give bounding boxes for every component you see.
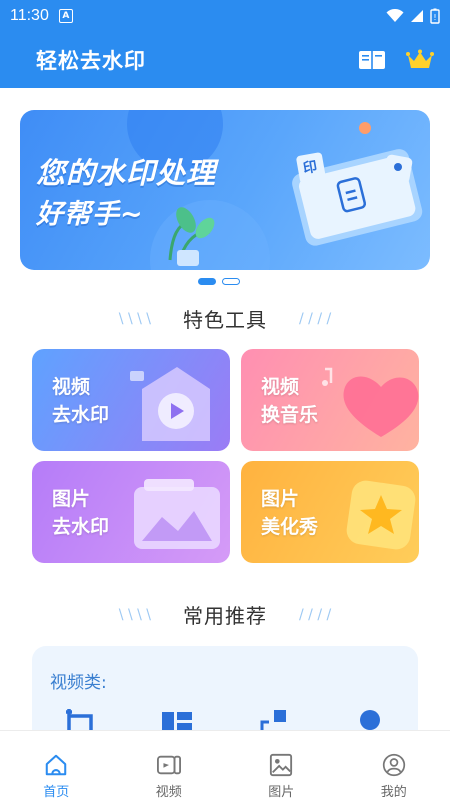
tool-card-label: 图片 去水印 (52, 485, 122, 541)
tool-card-image-beautify[interactable]: 图片 美化秀 (241, 461, 419, 563)
tool-label-line1: 图片 (52, 488, 91, 510)
app-header: 轻松去水印 (0, 32, 450, 88)
section-deco-right: / / / / (299, 310, 332, 327)
tool-card-label: 图片 美化秀 (261, 485, 331, 541)
battery-icon: ! (430, 8, 440, 24)
status-a-icon: A (58, 9, 73, 23)
bottom-nav: 首页 视频 图片 我的 (0, 730, 450, 800)
nav-label: 我的 (380, 785, 407, 800)
nav-label: 首页 (43, 785, 70, 800)
tool-label-line2: 换音乐 (261, 404, 319, 426)
tool-label-line2: 美化秀 (261, 516, 319, 538)
nav-profile[interactable]: 我的 (338, 731, 450, 800)
crop-icon[interactable] (63, 708, 97, 732)
video-icon (156, 755, 181, 775)
section-deco-left: \ \ \ \ (118, 310, 151, 327)
nav-label: 图片 (268, 785, 295, 800)
banner-headline: 您的水印处理 (36, 156, 217, 190)
record-icon[interactable] (353, 708, 387, 732)
status-time: 11:30 (10, 7, 49, 24)
tool-label-line2: 去水印 (52, 516, 110, 538)
nav-video[interactable]: 视频 (113, 731, 226, 800)
tool-card-label: 视频 去水印 (52, 373, 122, 429)
recommend-icons (32, 708, 418, 732)
banner-subline: 好帮手~ (36, 199, 144, 230)
tool-card-label: 视频 换音乐 (261, 373, 331, 429)
rotate-icon[interactable] (256, 708, 290, 732)
tool-label-line1: 图片 (261, 488, 300, 510)
promo-banner[interactable]: 印 您的水印处理 好帮手~ (20, 110, 430, 270)
pagination-dot[interactable] (222, 278, 240, 285)
home-icon (46, 754, 67, 776)
status-bar: 11:30 A ! (0, 0, 450, 32)
tool-label-line1: 视频 (52, 376, 91, 398)
layout-icon[interactable] (160, 708, 194, 732)
nav-image[interactable]: 图片 (225, 731, 338, 800)
crown-icon[interactable] (406, 49, 434, 71)
status-right: ! (386, 8, 440, 24)
tool-card-video-music[interactable]: 视频 换音乐 (241, 349, 419, 451)
section-deco-right: / / / / (299, 606, 332, 623)
nav-label: 视频 (155, 785, 182, 800)
recommend-title: 常用推荐 (183, 604, 267, 628)
section-deco-left: \ \ \ \ (118, 606, 151, 623)
wifi-icon (386, 9, 404, 22)
featured-title: 特色工具 (183, 308, 267, 332)
tool-card-image-watermark[interactable]: 图片 去水印 (32, 461, 230, 563)
featured-section-header: \ \ \ \ 特色工具 / / / / (0, 304, 450, 333)
pagination-dot-active[interactable] (198, 278, 216, 285)
signal-icon (411, 10, 423, 22)
image-icon (270, 753, 293, 777)
nav-home[interactable]: 首页 (0, 731, 113, 800)
recommend-section-header: \ \ \ \ 常用推荐 / / / / (0, 600, 450, 629)
banner-pagination (198, 278, 240, 285)
header-actions (358, 49, 434, 71)
tool-card-video-watermark[interactable]: 视频 去水印 (32, 349, 230, 451)
profile-icon (382, 753, 405, 777)
book-icon[interactable] (358, 49, 386, 71)
tool-label-line1: 视频 (261, 376, 300, 398)
recommend-category-title: 视频类: (50, 673, 107, 693)
svg-text:!: ! (433, 13, 436, 22)
app-title: 轻松去水印 (36, 49, 146, 73)
tool-label-line2: 去水印 (52, 404, 110, 426)
